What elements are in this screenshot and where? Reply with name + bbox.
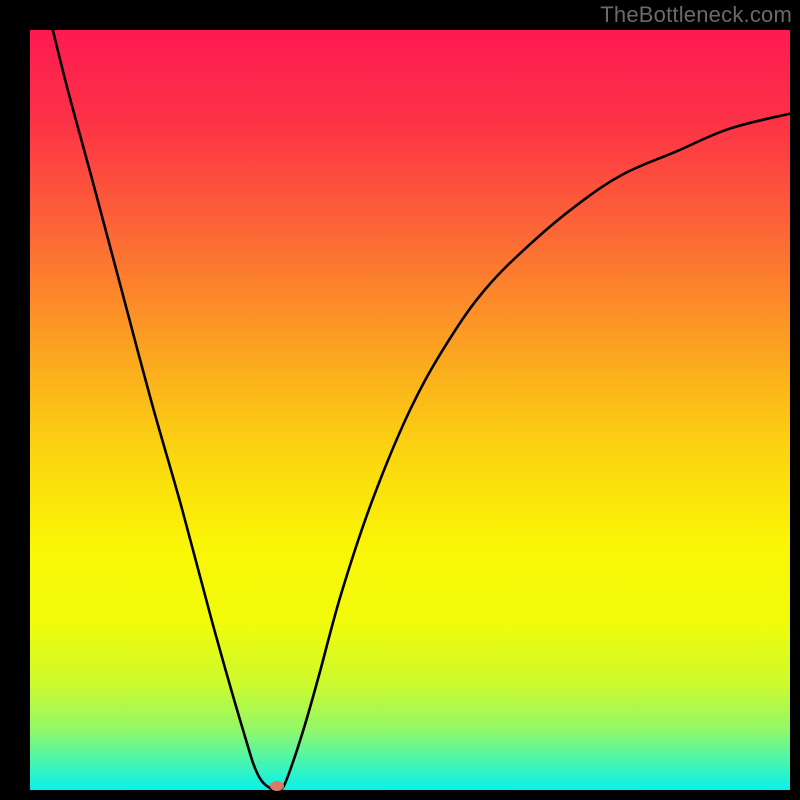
chart-frame: TheBottleneck.com — [0, 0, 800, 800]
watermark-label: TheBottleneck.com — [600, 2, 792, 28]
minimum-marker — [270, 781, 284, 791]
bottleneck-chart — [0, 0, 800, 800]
